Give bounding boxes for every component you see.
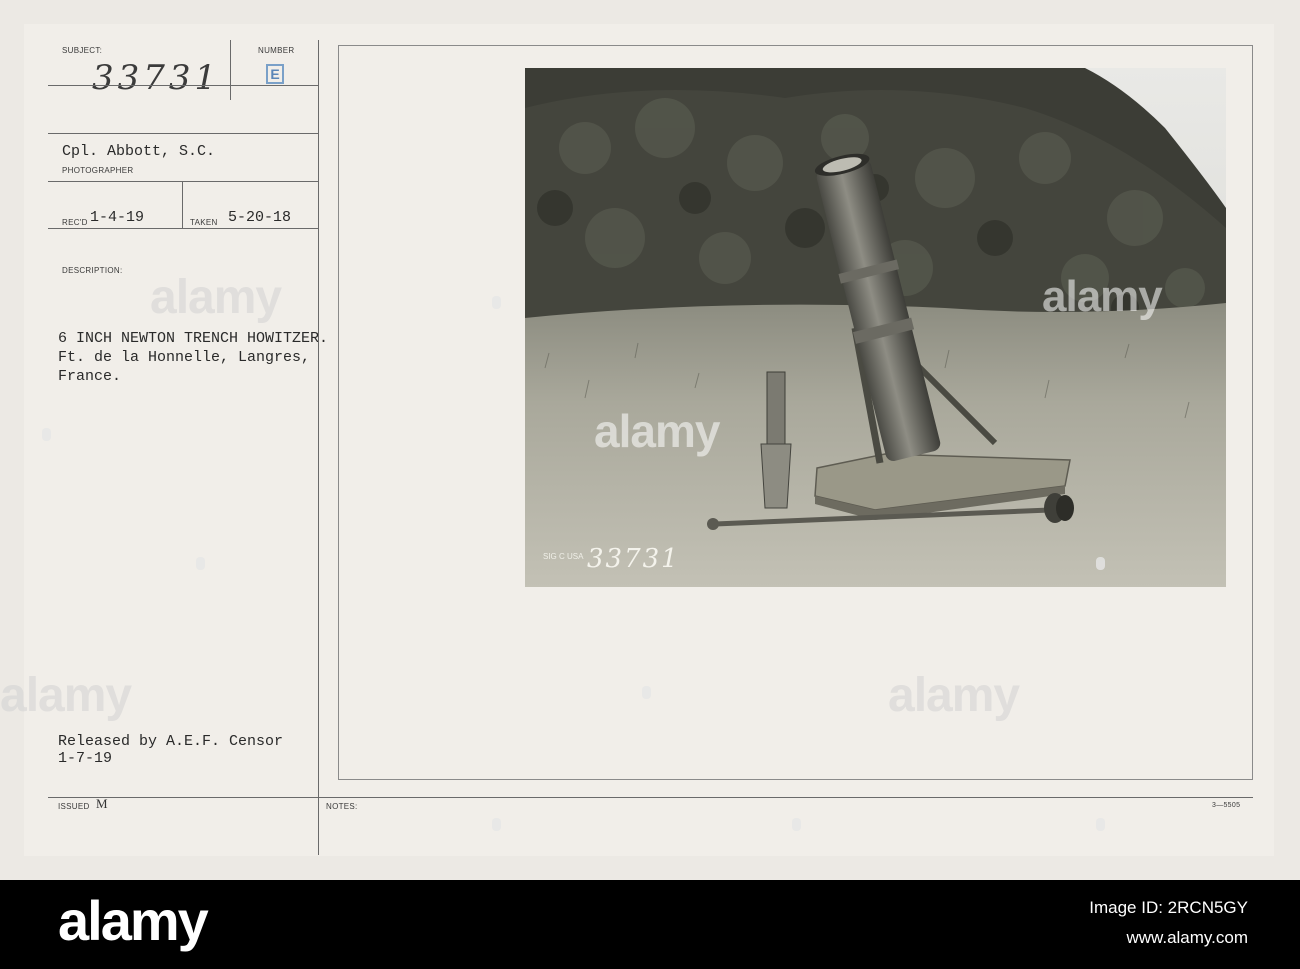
howitzer-photograph: SIG C USA 33731	[525, 68, 1226, 587]
recd-label: REC'D	[62, 218, 88, 227]
subject-number: 33731	[92, 58, 221, 98]
taken-date: 5-20-18	[228, 209, 292, 226]
issued-label: ISSUED	[58, 802, 90, 811]
watermark-alamy: alamy	[0, 669, 132, 722]
notes-label: NOTES:	[326, 802, 358, 811]
release-line-1: Released by A.E.F. Censor	[58, 733, 284, 750]
watermark-dot	[1096, 818, 1105, 831]
column-divider	[318, 40, 319, 855]
subject-divider	[230, 40, 231, 100]
number-stamp: E	[266, 64, 284, 84]
photographer-label: PHOTOGRAPHER	[62, 166, 134, 175]
photo-stamp: SIG C USA	[543, 552, 584, 561]
issued-code: M	[96, 796, 108, 811]
form-number: 3—5505	[1212, 802, 1241, 809]
footer-logo: alamy	[58, 889, 209, 952]
release-line-2: 1-7-19	[58, 750, 113, 767]
photo-number: 33731	[587, 544, 680, 574]
date-divider	[182, 181, 183, 228]
issued-rule	[48, 797, 1253, 798]
watermark-alamy: alamy	[594, 405, 720, 457]
description-line-2: Ft. de la Honnelle, Langres,	[58, 349, 311, 366]
photographer-name: Cpl. Abbott, S.C.	[62, 143, 216, 160]
watermark-dot	[492, 818, 501, 831]
watermark-dot	[792, 818, 801, 831]
watermark-dot	[1096, 557, 1105, 570]
subject-label: SUBJECT:	[62, 46, 103, 55]
number-label: NUMBER	[258, 46, 295, 55]
watermark-alamy: alamy	[1042, 272, 1163, 321]
description-label: DESCRIPTION:	[62, 266, 123, 275]
site-url: www.alamy.com	[1126, 928, 1248, 947]
subject-rule	[48, 85, 318, 86]
watermark-dot	[42, 428, 51, 441]
watermark-dot	[642, 686, 651, 699]
recd-date: 1-4-19	[90, 209, 145, 226]
description-line-1: 6 INCH NEWTON TRENCH HOWITZER.	[58, 330, 329, 347]
watermark-alamy: alamy	[888, 669, 1020, 722]
watermark-dot	[492, 296, 501, 309]
watermark-dot	[196, 557, 205, 570]
taken-label: TAKEN	[190, 218, 218, 227]
date-rule	[48, 228, 318, 229]
watermark-alamy: alamy	[150, 271, 282, 324]
photo-illustration	[525, 68, 1226, 587]
image-id: Image ID: 2RCN5GY	[1089, 898, 1248, 917]
photographer-rule	[48, 181, 318, 182]
description-line-3: France.	[58, 368, 122, 385]
photographer-top-rule	[48, 133, 318, 134]
